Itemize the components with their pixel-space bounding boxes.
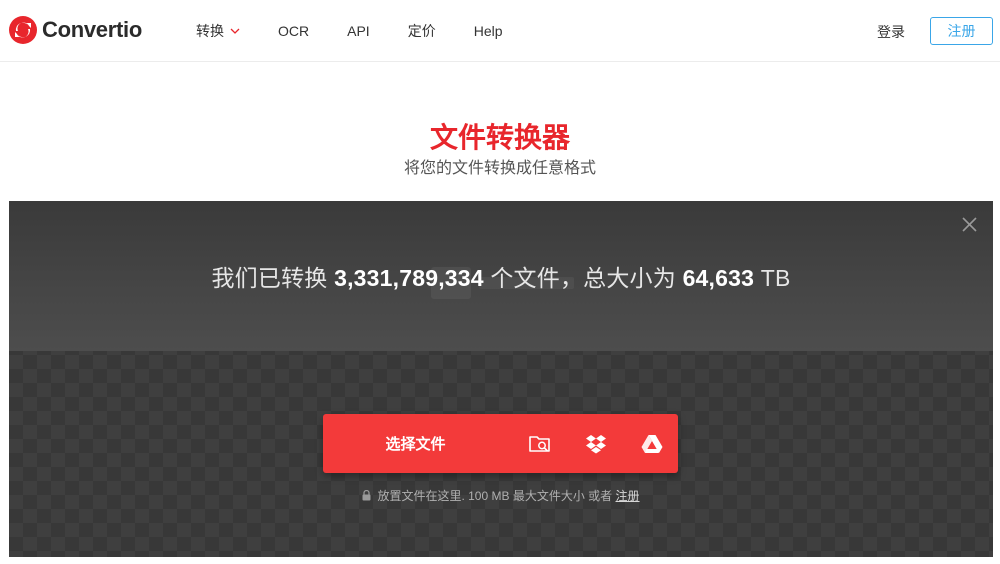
nav-item-convert[interactable]: 转换: [196, 21, 240, 41]
top-header: Convertio 转换 OCR API 定价 Help 登录 注册: [0, 0, 1000, 62]
page-title: 文件转换器: [429, 122, 570, 153]
login-link[interactable]: 登录: [877, 22, 905, 42]
files-count: 3,331,789,334: [334, 265, 484, 291]
from-computer-button[interactable]: [512, 414, 568, 473]
google-drive-icon: [641, 434, 663, 453]
total-size: 64,633: [682, 265, 755, 291]
hint-signup-link[interactable]: 注册: [616, 489, 640, 503]
main-nav: 转换 OCR API 定价 Help: [196, 0, 541, 62]
nav-item-ocr[interactable]: OCR: [278, 23, 309, 39]
close-icon[interactable]: [961, 216, 978, 233]
folder-search-icon: [529, 435, 550, 452]
choose-files-button[interactable]: 选择文件: [323, 414, 508, 473]
lock-icon: [362, 490, 371, 501]
nav-item-label: OCR: [278, 23, 310, 39]
google-drive-button[interactable]: [624, 414, 680, 473]
nav-item-label: API: [347, 23, 370, 39]
nav-item-label: Help: [473, 23, 503, 39]
dropbox-icon: [586, 434, 606, 453]
stats-banner: 我们已转换 3,331,789,334 个文件，总大小为 64,633 TB: [9, 201, 993, 351]
upload-bar: 选择文件: [323, 414, 678, 473]
nav-item-api[interactable]: API: [347, 23, 370, 39]
size-unit: TB: [760, 265, 791, 291]
hint-text: 放置文件在这里. 100 MB 最大文件大小 或者: [377, 489, 613, 503]
stats-prefix: 我们已转换: [211, 265, 328, 291]
signup-button[interactable]: 注册: [930, 17, 993, 45]
stats-middle: 个文件，总大小为: [490, 265, 676, 291]
nav-item-help[interactable]: Help: [474, 23, 503, 39]
logo[interactable]: Convertio: [9, 16, 142, 44]
chevron-down-icon: [230, 28, 240, 34]
nav-item-label: 定价: [407, 23, 436, 39]
logo-text: Convertio: [42, 17, 142, 42]
upload-hint: 放置文件在这里. 100 MB 最大文件大小 或者 注册: [9, 487, 993, 504]
page-subtitle: 将您的文件转换成任意格式: [403, 160, 596, 177]
nav-item-label: 转换: [196, 23, 224, 39]
convertio-logo-icon: [9, 16, 37, 44]
dropbox-button[interactable]: [568, 414, 624, 473]
nav-item-pricing[interactable]: 定价: [408, 21, 436, 41]
upload-panel: 我们已转换 3,331,789,334 个文件，总大小为 64,633 TB 选…: [9, 201, 993, 557]
conversion-stats: 我们已转换 3,331,789,334 个文件，总大小为 64,633 TB: [9, 259, 993, 293]
